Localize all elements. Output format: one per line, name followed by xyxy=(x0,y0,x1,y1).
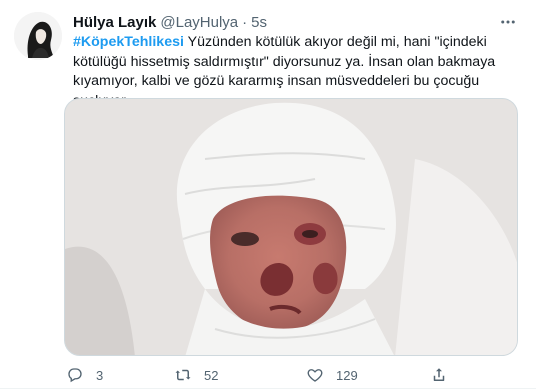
reply-button[interactable]: 3 xyxy=(66,364,103,386)
photo-image xyxy=(65,99,517,355)
handle[interactable]: @LayHulya xyxy=(160,14,238,31)
timestamp[interactable]: 5s xyxy=(251,14,267,31)
avatar-image xyxy=(14,12,62,60)
share-icon xyxy=(433,368,445,381)
avatar[interactable] xyxy=(14,12,62,60)
retweet-count: 52 xyxy=(204,367,219,383)
retweet-icon xyxy=(175,369,191,381)
tweet-photo[interactable] xyxy=(64,98,518,356)
hashtag-link[interactable]: #KöpekTehlikesi xyxy=(73,34,184,50)
share-button[interactable] xyxy=(430,364,448,386)
more-options-icon[interactable] xyxy=(496,10,520,34)
tweet-actions: 3 52 129 xyxy=(64,360,464,389)
tweet-header: Hülya Layık @LayHulya · 5s xyxy=(73,12,520,32)
display-name[interactable]: Hülya Layık xyxy=(73,14,156,31)
like-count: 129 xyxy=(336,367,358,383)
reply-icon xyxy=(68,368,82,383)
heart-icon xyxy=(307,369,323,382)
tweet[interactable]: Hülya Layık @LayHulya · 5s #KöpekTehlike… xyxy=(0,0,536,389)
reply-count: 3 xyxy=(96,367,104,383)
like-button[interactable]: 129 xyxy=(306,364,358,386)
separator-dot: · xyxy=(242,13,248,31)
retweet-button[interactable]: 52 xyxy=(174,364,218,386)
